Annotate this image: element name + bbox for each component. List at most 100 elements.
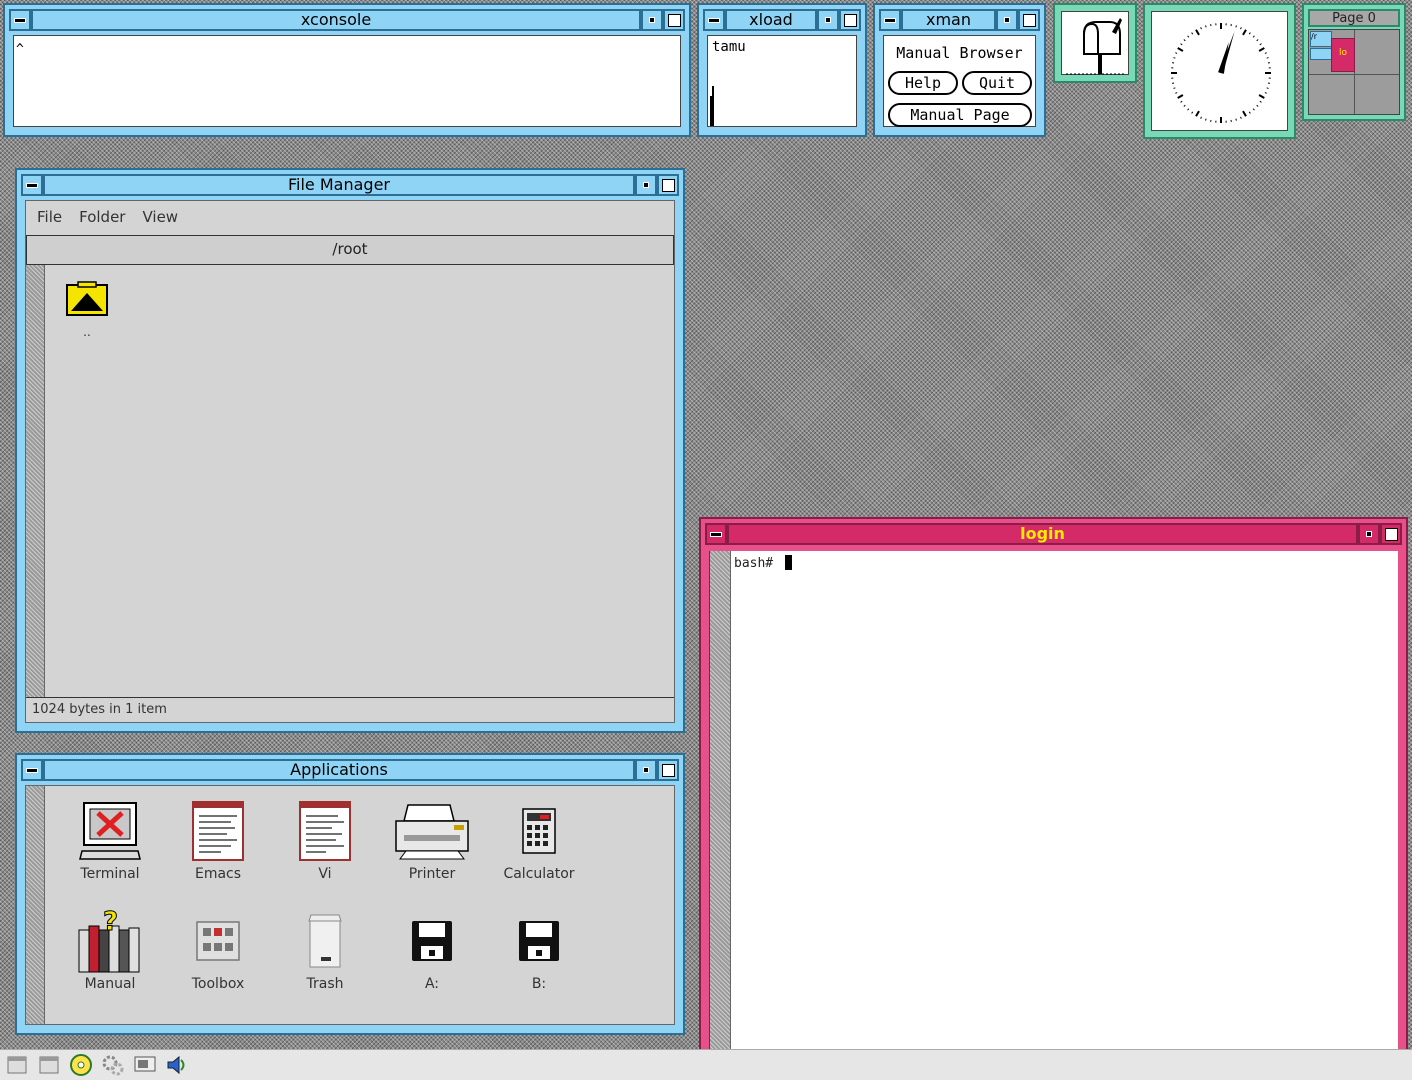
- login-window[interactable]: login bash#: [699, 517, 1408, 1051]
- app-printer[interactable]: Printer: [382, 796, 482, 882]
- clock-tick: [1248, 32, 1251, 35]
- app-toolbox[interactable]: Toolbox: [168, 906, 268, 992]
- terminal-icon: [79, 802, 141, 860]
- pager-mini-login[interactable]: lo: [1331, 38, 1355, 72]
- maximize-button[interactable]: [657, 759, 679, 781]
- app-manual[interactable]: ? Manual: [60, 906, 160, 992]
- clock-tick: [1240, 27, 1242, 30]
- help-button[interactable]: Help: [888, 71, 958, 95]
- minimize-icon: [649, 17, 655, 23]
- quit-button[interactable]: Quit: [962, 71, 1032, 95]
- app-label: Printer: [408, 866, 456, 882]
- host-label: tamu: [712, 39, 746, 55]
- minimize-icon: [643, 182, 649, 188]
- taskbar-launcher[interactable]: [5, 1053, 29, 1077]
- window-icon: [7, 1056, 27, 1074]
- menu-folder[interactable]: Folder: [79, 208, 125, 226]
- minimize-button[interactable]: [635, 174, 657, 196]
- window-menu-icon: [884, 17, 896, 23]
- maximize-button[interactable]: [663, 9, 685, 31]
- app-calculator[interactable]: Calculator: [489, 796, 589, 882]
- mailbox-panel[interactable]: [1061, 11, 1129, 75]
- calculator-icon: [522, 808, 556, 854]
- clock-tick: [1187, 35, 1190, 38]
- xconsole-window[interactable]: xconsole ^: [3, 3, 691, 137]
- app-vi[interactable]: Vi: [275, 796, 375, 882]
- applications-titlebar[interactable]: Applications: [21, 759, 679, 781]
- path-bar[interactable]: /root: [26, 235, 674, 265]
- maximize-button[interactable]: [839, 9, 861, 31]
- maximize-icon: [1022, 13, 1036, 27]
- maximize-button[interactable]: [657, 174, 679, 196]
- minimize-button[interactable]: [996, 9, 1018, 31]
- pager-mini-window[interactable]: [1310, 48, 1332, 60]
- minimize-button[interactable]: [1358, 523, 1380, 545]
- vertical-scrollbar[interactable]: [26, 786, 45, 1024]
- minimize-button[interactable]: [817, 9, 839, 31]
- xman-titlebar[interactable]: xman: [879, 9, 1040, 31]
- app-drive-a[interactable]: A:: [382, 906, 482, 992]
- app-emacs[interactable]: Emacs: [168, 796, 268, 882]
- vertical-scrollbar[interactable]: [710, 551, 731, 1051]
- app-label: Vi: [318, 866, 332, 882]
- menu-view[interactable]: View: [142, 208, 178, 226]
- xconsole-output[interactable]: ^: [13, 35, 681, 127]
- maximize-button[interactable]: [1380, 523, 1402, 545]
- file-manager-body: File Folder View /root .. 1024 bytes in …: [25, 200, 675, 723]
- clock-tick: [1195, 110, 1200, 117]
- window-title: Applications: [43, 759, 635, 781]
- floppy-disk-icon: [519, 921, 559, 961]
- window-menu-button[interactable]: [21, 174, 43, 196]
- minimize-button[interactable]: [635, 759, 657, 781]
- app-label: Calculator: [503, 866, 575, 882]
- window-menu-button[interactable]: [9, 9, 31, 31]
- clock-window[interactable]: [1143, 3, 1296, 139]
- login-titlebar[interactable]: login: [705, 523, 1402, 545]
- minimize-button[interactable]: [641, 9, 663, 31]
- manual-page-button[interactable]: Manual Page: [888, 103, 1032, 127]
- taskbar-launcher[interactable]: [101, 1053, 125, 1077]
- window-menu-icon: [26, 182, 38, 188]
- pager-window[interactable]: Page 0 /r lo: [1302, 3, 1406, 121]
- window-menu-button[interactable]: [21, 759, 43, 781]
- clock-tick: [1183, 39, 1186, 42]
- app-drive-b[interactable]: B:: [489, 906, 589, 992]
- app-terminal[interactable]: Terminal: [60, 796, 160, 882]
- terminal-area[interactable]: bash#: [709, 551, 1398, 1051]
- pager-desktop[interactable]: /r lo: [1308, 29, 1400, 115]
- vertical-scrollbar[interactable]: [26, 265, 45, 697]
- folder-item-label: ..: [83, 325, 91, 339]
- menu-file[interactable]: File: [37, 208, 62, 226]
- mailbox-window[interactable]: [1053, 3, 1137, 83]
- taskbar: [0, 1049, 1412, 1080]
- status-bar: 1024 bytes in 1 item: [26, 697, 674, 722]
- app-trash[interactable]: Trash: [275, 906, 375, 992]
- taskbar-launcher[interactable]: [37, 1053, 61, 1077]
- folder-item[interactable]: ..: [62, 281, 112, 339]
- app-label: B:: [531, 976, 547, 992]
- file-manager-titlebar[interactable]: File Manager: [21, 174, 679, 196]
- file-manager-window[interactable]: File Manager File Folder View /root .. 1…: [15, 168, 685, 733]
- app-label: Toolbox: [191, 976, 245, 992]
- gears-icon: [102, 1055, 124, 1076]
- window-menu-button[interactable]: [705, 523, 727, 545]
- xman-window[interactable]: xman Manual Browser Help Quit Manual Pag…: [873, 3, 1046, 137]
- maximize-button[interactable]: [1018, 9, 1040, 31]
- pager-mini-window[interactable]: /r: [1310, 31, 1332, 47]
- taskbar-launcher[interactable]: [133, 1053, 157, 1077]
- clock-tick: [1175, 52, 1178, 54]
- clock-tick: [1205, 25, 1207, 28]
- clock-tick: [1258, 47, 1265, 52]
- clock-tick: [1173, 57, 1176, 59]
- window-menu-button[interactable]: [879, 9, 901, 31]
- xconsole-titlebar[interactable]: xconsole: [9, 9, 685, 31]
- maximize-icon: [1384, 527, 1398, 541]
- taskbar-launcher[interactable]: [165, 1053, 189, 1077]
- app-label: Terminal: [80, 866, 140, 882]
- xload-titlebar[interactable]: xload: [703, 9, 861, 31]
- clock-tick: [1266, 87, 1269, 89]
- taskbar-launcher[interactable]: [69, 1053, 93, 1077]
- applications-window[interactable]: Applications Terminal Emacs Vi Printer C…: [15, 753, 685, 1035]
- xload-window[interactable]: xload tamu: [697, 3, 867, 137]
- window-menu-button[interactable]: [703, 9, 725, 31]
